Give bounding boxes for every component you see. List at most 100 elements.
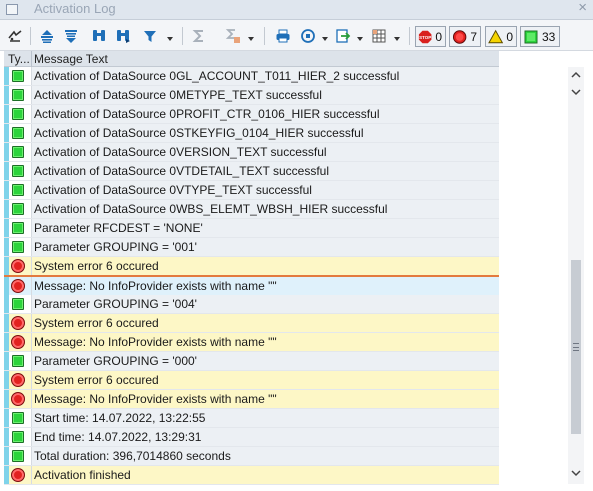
table-row[interactable]: Message: No InfoProvider exists with nam… xyxy=(4,333,499,352)
table-row[interactable]: Parameter GROUPING = '001' xyxy=(4,238,499,257)
table-row[interactable]: Activation of DataSource 0STKEYFIG_0104_… xyxy=(4,124,499,143)
scroll-up-icon[interactable] xyxy=(571,70,581,80)
type-cell[interactable] xyxy=(4,200,31,218)
row-marker xyxy=(4,409,9,427)
table-row[interactable]: System error 6 occured xyxy=(4,257,499,276)
table-row[interactable]: Activation finished xyxy=(4,466,499,485)
success-status-icon xyxy=(12,450,24,462)
sort-ascending-button[interactable] xyxy=(36,26,58,46)
close-icon[interactable]: × xyxy=(578,0,587,16)
find-next-button[interactable] xyxy=(112,26,134,46)
table-row[interactable]: Activation of DataSource 0WBS_ELEMT_WBSH… xyxy=(4,200,499,219)
table-row[interactable]: Parameter RFCDEST = 'NONE' xyxy=(4,219,499,238)
type-cell[interactable] xyxy=(4,333,31,351)
type-cell[interactable] xyxy=(4,257,31,275)
scroll-down-bottom-icon[interactable] xyxy=(571,468,581,478)
type-cell[interactable] xyxy=(4,352,31,370)
table-row[interactable]: End time: 14.07.2022, 13:29:31 xyxy=(4,428,499,447)
table-row[interactable]: Message: No InfoProvider exists with nam… xyxy=(4,276,499,295)
print-button[interactable] xyxy=(272,26,294,46)
vertical-scrollbar[interactable] xyxy=(568,67,584,484)
type-cell[interactable] xyxy=(4,295,31,313)
type-cell[interactable] xyxy=(4,124,31,142)
type-cell[interactable] xyxy=(4,105,31,123)
filter-dropdown-arrow[interactable] xyxy=(167,37,173,41)
sort-descending-button[interactable] xyxy=(60,26,82,46)
table-row[interactable]: Activation of DataSource 0GL_ACCOUNT_T01… xyxy=(4,67,499,86)
type-cell[interactable] xyxy=(4,390,31,408)
layout-dropdown-arrow[interactable] xyxy=(394,37,400,41)
export-dropdown-arrow[interactable] xyxy=(357,37,363,41)
message-cell[interactable]: Parameter GROUPING = '000' xyxy=(31,352,499,370)
type-cell[interactable] xyxy=(4,86,31,104)
message-cell[interactable]: Activation of DataSource 0GL_ACCOUNT_T01… xyxy=(31,67,499,85)
table-row[interactable]: Total duration: 396,7014860 seconds xyxy=(4,447,499,466)
table-row[interactable]: Message: No InfoProvider exists with nam… xyxy=(4,390,499,409)
table-row[interactable]: Activation of DataSource 0VTYPE_TEXT suc… xyxy=(4,181,499,200)
export-button[interactable] xyxy=(332,26,354,46)
message-cell[interactable]: System error 6 occured xyxy=(31,257,499,275)
type-cell[interactable] xyxy=(4,162,31,180)
table-row[interactable]: Activation of DataSource 0PROFIT_CTR_010… xyxy=(4,105,499,124)
message-cell[interactable]: Activation finished xyxy=(31,466,499,484)
message-cell[interactable]: Activation of DataSource 0METYPE_TEXT su… xyxy=(31,86,499,104)
message-cell[interactable]: Activation of DataSource 0WBS_ELEMT_WBSH… xyxy=(31,200,499,218)
message-cell[interactable]: Message: No InfoProvider exists with nam… xyxy=(31,333,499,351)
table-row[interactable]: Activation of DataSource 0METYPE_TEXT su… xyxy=(4,86,499,105)
message-cell[interactable]: Total duration: 396,7014860 seconds xyxy=(31,447,499,465)
message-text: Total duration: 396,7014860 seconds xyxy=(34,449,231,463)
column-resizer[interactable] xyxy=(31,51,32,67)
message-cell[interactable]: Parameter GROUPING = '001' xyxy=(31,238,499,256)
type-cell[interactable] xyxy=(4,409,31,427)
sum-button[interactable] xyxy=(188,26,210,46)
views-dropdown-arrow[interactable] xyxy=(322,37,328,41)
find-button[interactable] xyxy=(88,26,110,46)
subtotal-button[interactable] xyxy=(222,26,244,46)
filter-button[interactable] xyxy=(138,26,162,46)
table-row[interactable]: Parameter GROUPING = '004' xyxy=(4,295,499,314)
column-header-type[interactable]: Ty... xyxy=(8,52,30,66)
table-row[interactable]: Activation of DataSource 0VERSION_TEXT s… xyxy=(4,143,499,162)
type-cell[interactable] xyxy=(4,428,31,446)
table-row[interactable]: Parameter GROUPING = '000' xyxy=(4,352,499,371)
type-cell[interactable] xyxy=(4,143,31,161)
type-cell[interactable] xyxy=(4,314,31,332)
type-cell[interactable] xyxy=(4,466,31,484)
type-cell[interactable] xyxy=(4,447,31,465)
stop-counter-button[interactable]: STOP 0 xyxy=(415,26,446,47)
message-cell[interactable]: Start time: 14.07.2022, 13:22:55 xyxy=(31,409,499,427)
table-row[interactable]: System error 6 occured xyxy=(4,314,499,333)
message-cell[interactable]: Parameter RFCDEST = 'NONE' xyxy=(31,219,499,237)
views-button[interactable] xyxy=(297,26,319,46)
subtotal-dropdown-arrow[interactable] xyxy=(248,37,254,41)
message-cell[interactable]: End time: 14.07.2022, 13:29:31 xyxy=(31,428,499,446)
table-row[interactable]: Activation of DataSource 0VTDETAIL_TEXT … xyxy=(4,162,499,181)
message-cell[interactable]: Activation of DataSource 0VTYPE_TEXT suc… xyxy=(31,181,499,199)
message-cell[interactable]: Activation of DataSource 0STKEYFIG_0104_… xyxy=(31,124,499,142)
message-cell[interactable]: Activation of DataSource 0VERSION_TEXT s… xyxy=(31,143,499,161)
type-cell[interactable] xyxy=(4,181,31,199)
scroll-down-icon[interactable] xyxy=(571,87,581,97)
message-cell[interactable]: Message: No InfoProvider exists with nam… xyxy=(31,277,499,295)
layout-button[interactable] xyxy=(368,26,390,46)
column-header-message-text[interactable]: Message Text xyxy=(34,52,108,66)
type-cell[interactable] xyxy=(4,371,31,389)
message-cell[interactable]: Message: No InfoProvider exists with nam… xyxy=(31,390,499,408)
details-button[interactable] xyxy=(4,26,26,46)
message-cell[interactable]: Parameter GROUPING = '004' xyxy=(31,295,499,313)
message-cell[interactable]: Activation of DataSource 0VTDETAIL_TEXT … xyxy=(31,162,499,180)
type-cell[interactable] xyxy=(4,238,31,256)
error-counter-button[interactable]: 7 xyxy=(449,26,481,47)
table-row[interactable]: System error 6 occured xyxy=(4,371,499,390)
message-cell[interactable]: System error 6 occured xyxy=(31,371,499,389)
table-row[interactable]: Start time: 14.07.2022, 13:22:55 xyxy=(4,409,499,428)
type-cell[interactable] xyxy=(4,67,31,85)
warning-counter-button[interactable]: 0 xyxy=(485,26,517,47)
message-cell[interactable]: Activation of DataSource 0PROFIT_CTR_010… xyxy=(31,105,499,123)
message-cell[interactable]: System error 6 occured xyxy=(31,314,499,332)
type-cell[interactable] xyxy=(4,277,31,295)
message-text: Activation of DataSource 0PROFIT_CTR_010… xyxy=(34,107,380,121)
scrollbar-thumb[interactable] xyxy=(571,260,581,434)
success-counter-button[interactable]: 33 xyxy=(520,26,560,47)
type-cell[interactable] xyxy=(4,219,31,237)
